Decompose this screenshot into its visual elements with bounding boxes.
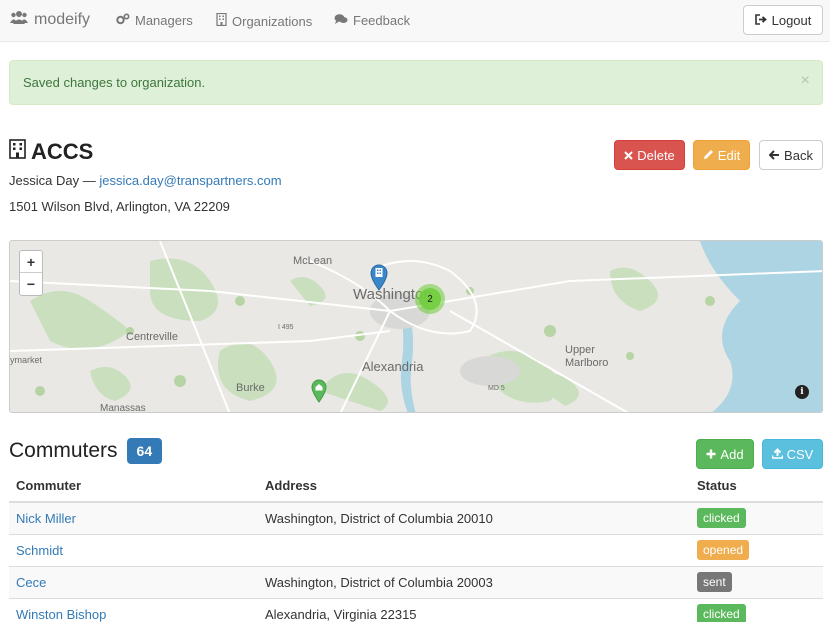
map-zoom-control: + − bbox=[19, 250, 43, 296]
delete-label: Delete bbox=[637, 147, 675, 163]
add-commuter-button[interactable]: Add bbox=[696, 439, 754, 469]
map-label-md5: MD 5 bbox=[488, 385, 505, 392]
status-cell: sent bbox=[690, 565, 823, 598]
address-cell: Washington, District of Columbia 20003 bbox=[258, 565, 690, 598]
address-cell bbox=[258, 533, 690, 566]
map-label-manassas: Manassas bbox=[100, 403, 146, 413]
zoom-out-button[interactable]: − bbox=[20, 273, 42, 295]
alert-close-button[interactable]: × bbox=[801, 73, 810, 89]
address-cell: Washington, District of Columbia 20010 bbox=[258, 501, 690, 534]
commuter-cell: Schmidt bbox=[9, 533, 258, 566]
map-info-icon[interactable]: i bbox=[795, 385, 809, 399]
upload-csv-button[interactable]: CSV bbox=[762, 439, 823, 469]
navbar: modeify Managers Organizations Feedback … bbox=[0, 0, 830, 42]
contact-name: Jessica Day bbox=[9, 173, 80, 188]
map-label-market: ymarket bbox=[10, 355, 43, 365]
marker-cluster[interactable]: 2 bbox=[415, 284, 445, 314]
table-row: Cece Washington, District of Columbia 20… bbox=[9, 565, 823, 598]
sign-out-icon bbox=[754, 13, 772, 28]
plus-icon bbox=[706, 447, 720, 462]
column-header-commuter[interactable]: Commuter bbox=[9, 470, 258, 503]
contact-separator: — bbox=[82, 173, 96, 188]
table-row: Schmidt opened bbox=[9, 533, 823, 566]
logout-button[interactable]: Logout bbox=[743, 5, 823, 35]
back-button[interactable]: Back bbox=[759, 140, 823, 170]
cogs-icon bbox=[116, 13, 135, 28]
brand-label: modeify bbox=[34, 10, 91, 28]
times-icon bbox=[624, 148, 637, 163]
back-label: Back bbox=[784, 147, 813, 163]
commuters-table: Commuter Address Status Nick Miller Wash… bbox=[9, 470, 823, 622]
users-icon bbox=[10, 10, 34, 29]
commuter-link[interactable]: Winston Bishop bbox=[16, 607, 106, 622]
map-label-i495: I 495 bbox=[278, 324, 294, 331]
organization-address: 1501 Wilson Blvd, Arlington, VA 22209 bbox=[9, 199, 230, 214]
commuter-cell: Cece bbox=[9, 565, 258, 598]
map-tiles bbox=[10, 241, 822, 412]
nav-organizations[interactable]: Organizations bbox=[216, 12, 313, 29]
commuters-title: Commuters bbox=[9, 439, 118, 462]
logout-label: Logout bbox=[771, 12, 812, 28]
commuters-heading: Commuters 64 bbox=[9, 438, 163, 464]
nav-managers-label: Managers bbox=[135, 13, 193, 28]
commuter-link[interactable]: Schmidt bbox=[16, 543, 63, 558]
status-badge: opened bbox=[697, 540, 750, 560]
status-badge: sent bbox=[697, 572, 732, 592]
commuter-cell: Winston Bishop bbox=[9, 597, 258, 622]
arrow-left-icon bbox=[768, 148, 784, 163]
edit-label: Edit bbox=[717, 147, 741, 163]
status-badge: clicked bbox=[697, 604, 746, 622]
column-header-address[interactable]: Address bbox=[258, 470, 690, 503]
map-label-upper-marlboro: Upper Marlboro bbox=[565, 344, 609, 369]
organization-contact: Jessica Day — jessica.day@transpartners.… bbox=[9, 173, 282, 188]
map-label-burke: Burke bbox=[236, 382, 265, 394]
commuter-marker-icon[interactable] bbox=[311, 379, 327, 406]
success-alert: Saved changes to organization. × bbox=[9, 60, 823, 105]
table-header-row: Commuter Address Status bbox=[9, 470, 823, 503]
column-header-status[interactable]: Status bbox=[690, 470, 823, 503]
nav-feedback-label: Feedback bbox=[353, 13, 411, 28]
organization-name: ACCS bbox=[31, 139, 94, 164]
building-icon bbox=[216, 12, 232, 29]
table-row: Nick Miller Washington, District of Colu… bbox=[9, 501, 823, 534]
map-label-centreville: Centreville bbox=[126, 331, 178, 343]
map-label-mclean: McLean bbox=[293, 255, 333, 267]
map[interactable]: McLean Washington Centreville Alexandria… bbox=[9, 240, 823, 413]
delete-button[interactable]: Delete bbox=[614, 140, 685, 170]
status-cell: clicked bbox=[690, 501, 823, 534]
building-icon bbox=[9, 139, 31, 165]
page-title: ACCS bbox=[9, 139, 93, 165]
edit-button[interactable]: Edit bbox=[693, 140, 750, 170]
csv-label: CSV bbox=[786, 446, 814, 462]
map-label-alexandria: Alexandria bbox=[362, 359, 424, 374]
contact-email-link[interactable]: jessica.day@transpartners.com bbox=[99, 173, 281, 188]
nav-feedback[interactable]: Feedback bbox=[334, 13, 410, 28]
add-label: Add bbox=[720, 446, 744, 462]
status-badge: clicked bbox=[697, 508, 746, 529]
status-cell: clicked bbox=[690, 597, 823, 622]
upload-icon bbox=[771, 447, 787, 462]
brand-link[interactable]: modeify bbox=[10, 10, 90, 29]
comments-icon bbox=[334, 13, 353, 28]
cluster-count: 2 bbox=[419, 288, 441, 310]
table-row: Winston Bishop Alexandria, Virginia 2231… bbox=[9, 597, 823, 622]
status-cell: opened bbox=[690, 533, 823, 566]
nav-managers[interactable]: Managers bbox=[116, 13, 193, 28]
commuter-link[interactable]: Cece bbox=[16, 575, 46, 590]
pencil-icon bbox=[703, 148, 718, 163]
address-cell: Alexandria, Virginia 22315 bbox=[258, 597, 690, 622]
commuter-cell: Nick Miller bbox=[9, 501, 258, 534]
alert-message: Saved changes to organization. bbox=[23, 75, 206, 90]
organization-marker-icon[interactable] bbox=[369, 263, 389, 294]
zoom-in-button[interactable]: + bbox=[20, 251, 42, 273]
nav-organizations-label: Organizations bbox=[232, 13, 313, 29]
commuter-link[interactable]: Nick Miller bbox=[16, 511, 76, 526]
commuters-count-badge: 64 bbox=[126, 438, 163, 464]
